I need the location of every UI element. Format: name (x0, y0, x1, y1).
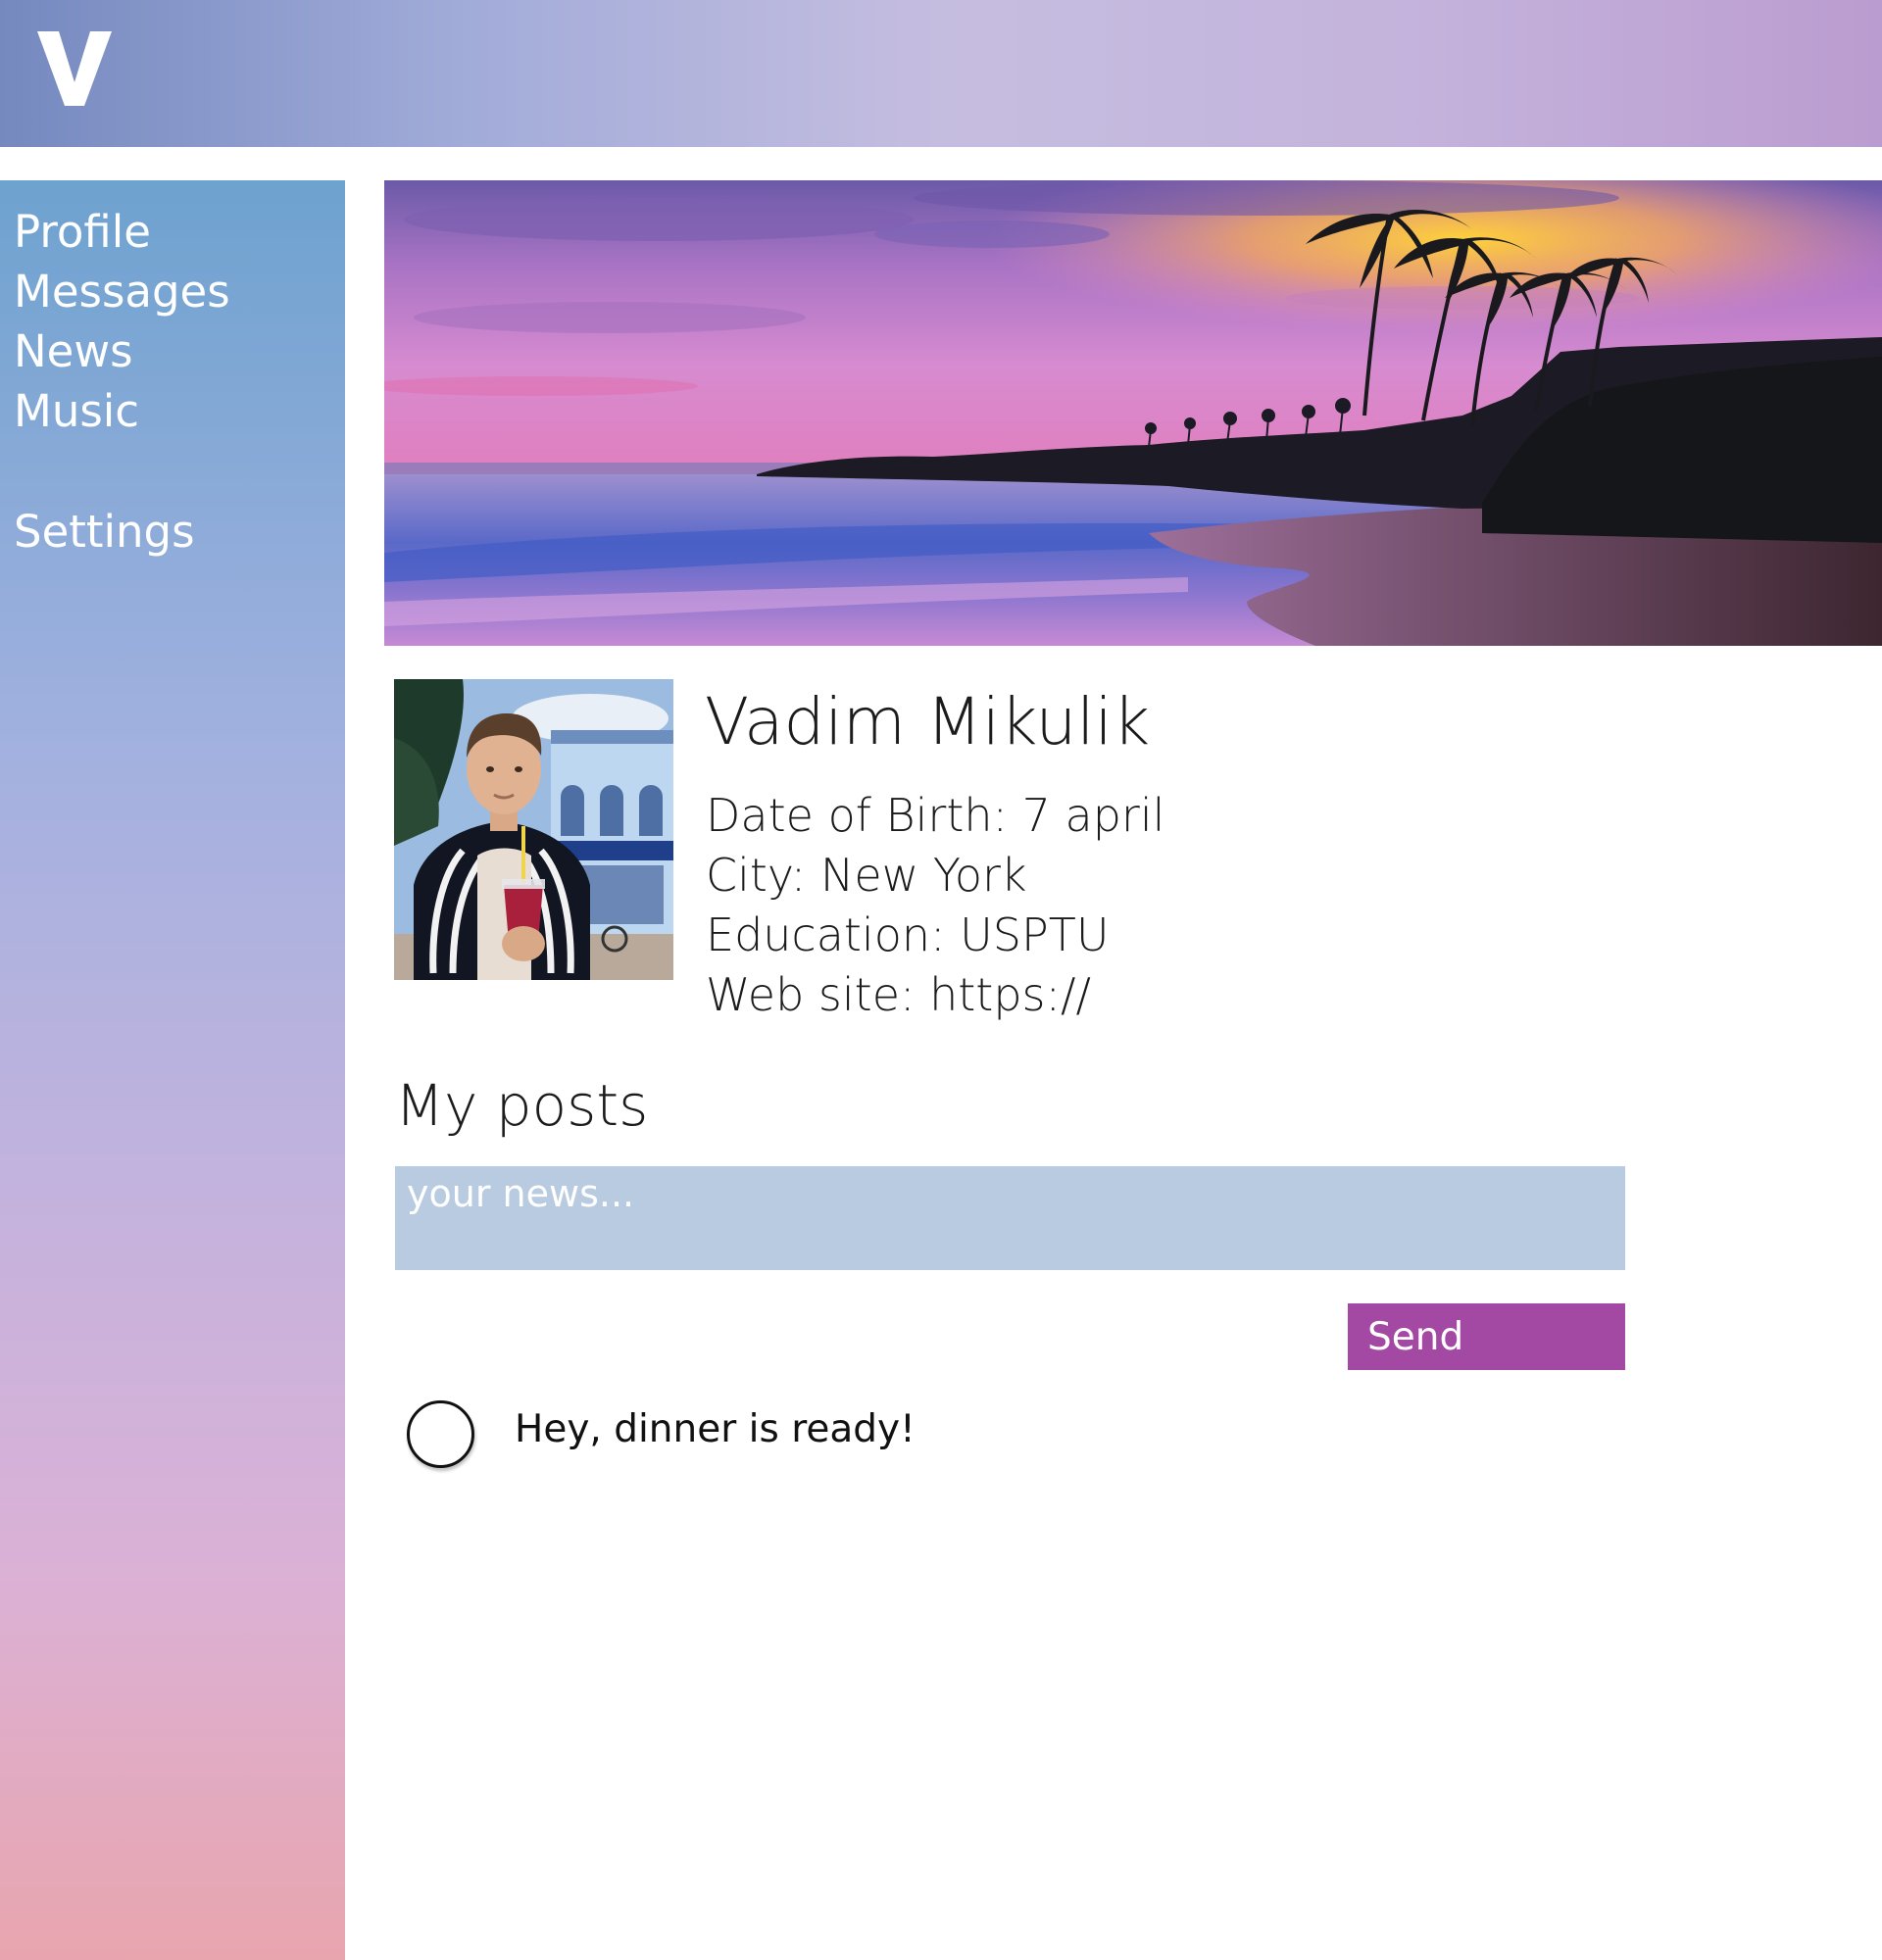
sidebar: Profile Messages News Music Settings (0, 180, 345, 1960)
post-text: Hey, dinner is ready! (515, 1407, 916, 1451)
post-avatar-icon (407, 1400, 474, 1468)
post-item: Hey, dinner is ready! (407, 1397, 1622, 1468)
news-input[interactable] (395, 1166, 1625, 1270)
app-header (0, 0, 1882, 147)
profile-avatar[interactable] (394, 679, 673, 980)
send-button[interactable]: Send (1348, 1303, 1625, 1370)
logo[interactable] (37, 29, 112, 108)
sidebar-item-messages[interactable]: Messages (14, 262, 230, 321)
profile-date-of-birth: Date of Birth: 7 april (706, 789, 1165, 842)
sidebar-item-news[interactable]: News (14, 321, 133, 381)
profile-city: City: New York (706, 849, 1027, 902)
profile-education: Education: USPTU (706, 908, 1110, 961)
profile-photo (394, 679, 673, 980)
sidebar-item-music[interactable]: Music (14, 381, 139, 441)
beach-sunset-image (384, 180, 1882, 646)
sidebar-item-profile[interactable]: Profile (14, 202, 151, 262)
profile-banner (384, 180, 1882, 646)
profile-website: Web site: https:// (706, 968, 1091, 1021)
my-posts-title: My posts (395, 1072, 649, 1139)
v-logo-icon (37, 31, 112, 106)
sidebar-item-settings[interactable]: Settings (14, 502, 195, 562)
profile-name: Vadim Mikulik (705, 684, 1151, 760)
